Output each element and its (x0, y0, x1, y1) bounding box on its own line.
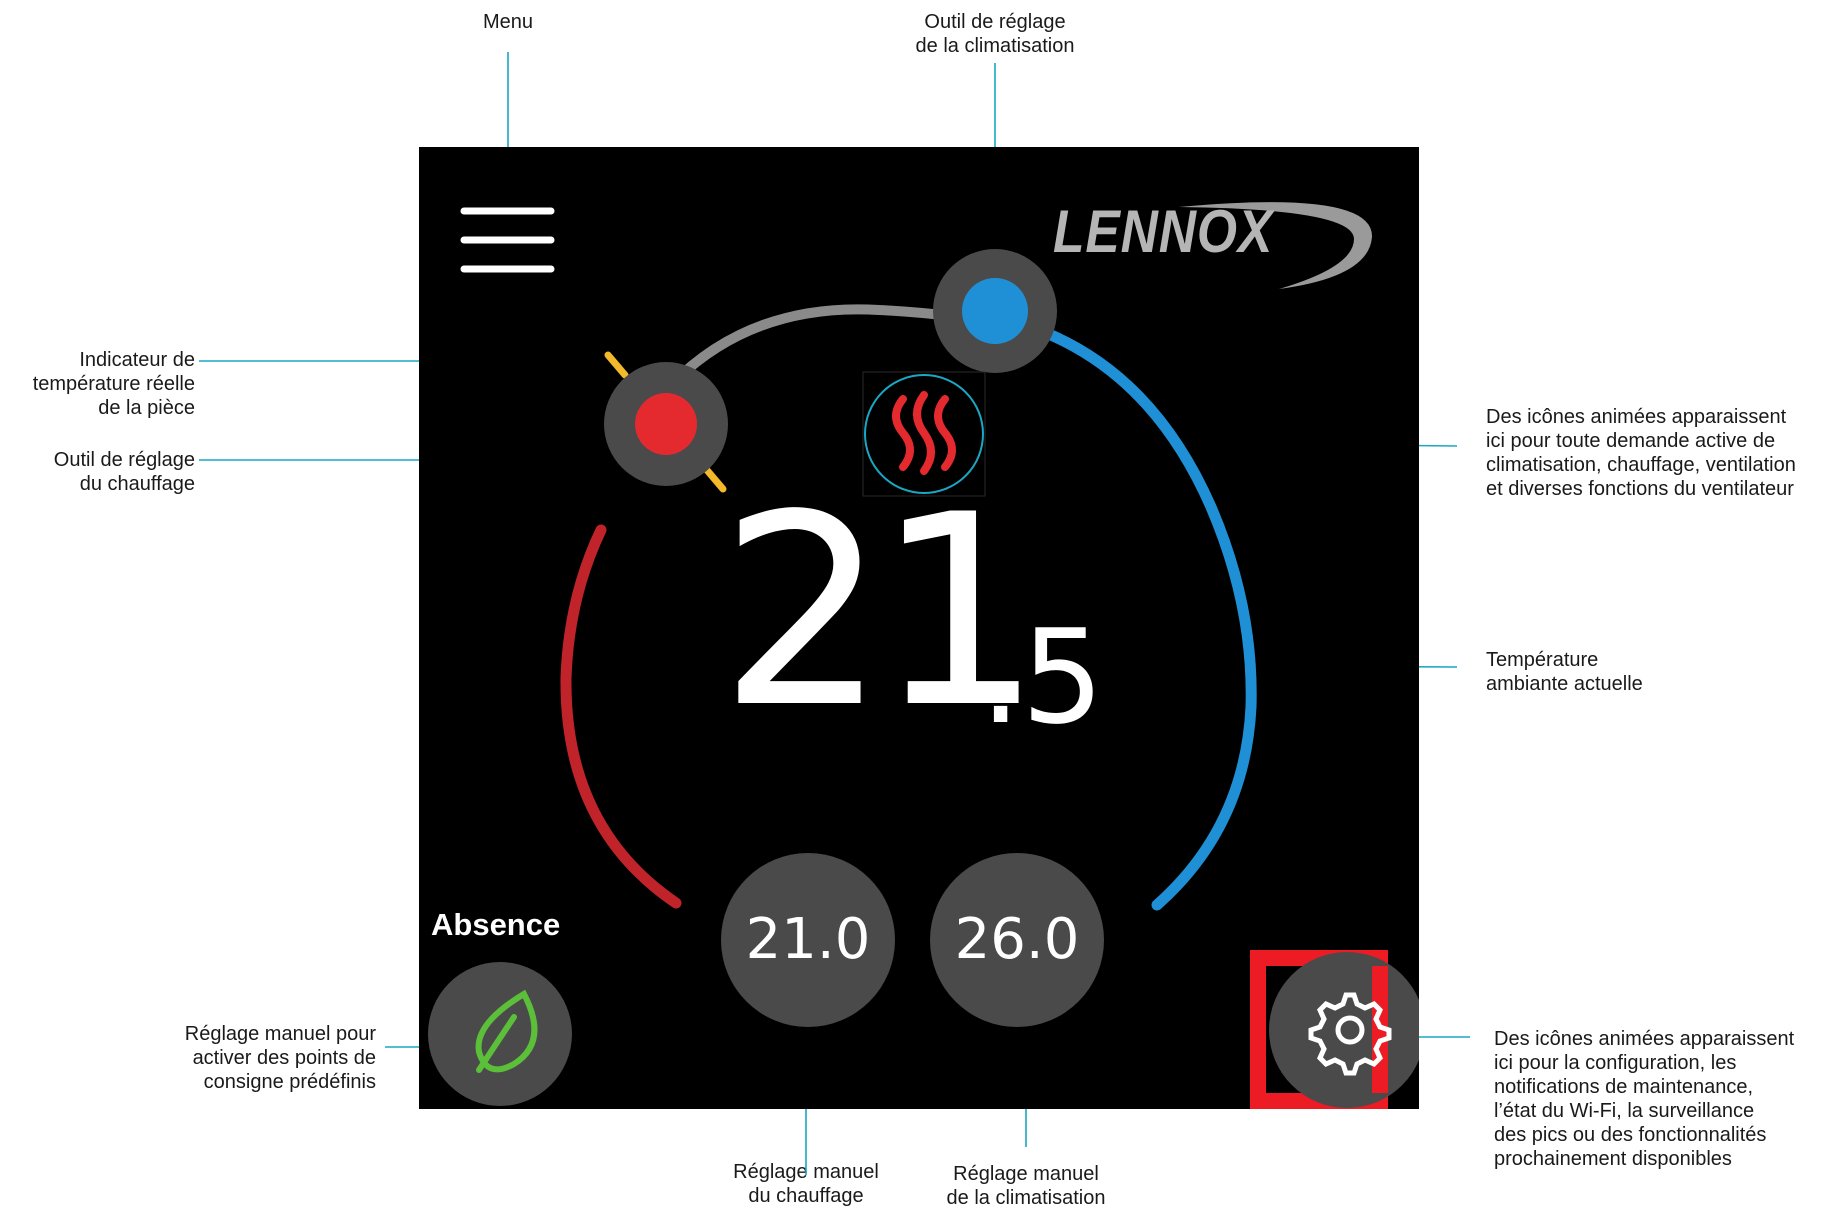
heat-setpoint-value[interactable]: 21.0 (721, 907, 895, 973)
thermostat-dial (428, 202, 1419, 1109)
menu-icon[interactable] (460, 207, 555, 273)
heat-arc (560, 524, 682, 909)
room-temp-indicator-top (604, 351, 629, 379)
room-temp-indicator-bottom (702, 465, 727, 493)
brand-logo: LENNOX (1053, 198, 1274, 265)
away-mode-button[interactable] (428, 962, 572, 1106)
settings-button[interactable] (1250, 950, 1419, 1109)
away-mode-label: Absence (431, 907, 561, 942)
cool-arc (1038, 326, 1257, 911)
cool-setpoint-value[interactable]: 26.0 (930, 907, 1104, 973)
heat-adjust-handle[interactable] (604, 362, 728, 486)
thermostat-screen: LENNOX 21 .5 21.0 26.0 Absence (419, 147, 1419, 1109)
cool-adjust-handle[interactable] (933, 249, 1057, 373)
heating-active-icon (862, 371, 986, 497)
dial-track-arc (662, 304, 965, 394)
